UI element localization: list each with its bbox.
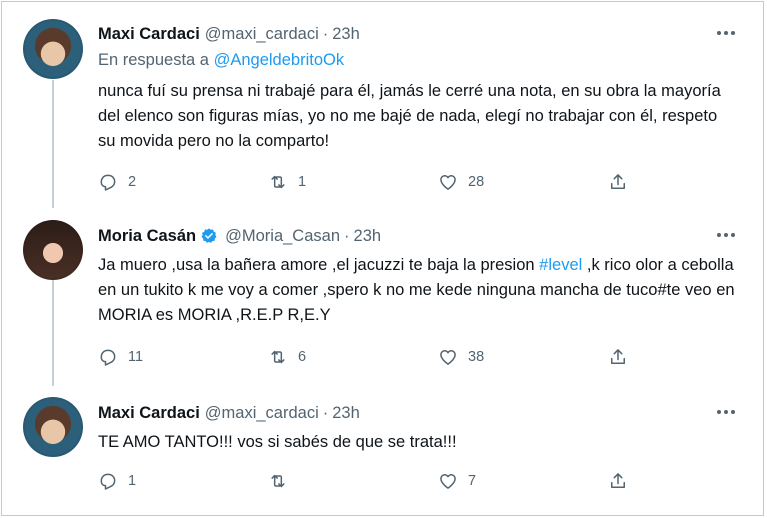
retweet-button[interactable]: 6 bbox=[268, 347, 438, 367]
heart-icon bbox=[440, 175, 456, 190]
username[interactable]: @Moria_Casan bbox=[225, 227, 340, 246]
retweet-button[interactable] bbox=[268, 471, 438, 491]
tweet-actions: 2 1 28 bbox=[98, 170, 658, 194]
timestamp[interactable]: 23h bbox=[332, 404, 360, 423]
reply-context: En respuesta a @AngeldebritoOk bbox=[98, 51, 739, 73]
separator-dot: · bbox=[322, 24, 329, 43]
tweet-header: Moria Casán @Moria_Casan · 23h bbox=[98, 224, 739, 248]
share-button[interactable] bbox=[608, 471, 638, 491]
share-icon bbox=[611, 473, 625, 488]
heart-icon bbox=[440, 350, 456, 365]
reply-button[interactable]: 1 bbox=[98, 471, 268, 491]
more-icon[interactable] bbox=[713, 22, 739, 44]
tweet-thread: Maxi Cardaci @maxi_cardaci · 23h En resp… bbox=[1, 1, 764, 516]
like-count: 7 bbox=[468, 473, 477, 489]
avatar[interactable] bbox=[23, 397, 83, 457]
like-button[interactable]: 7 bbox=[438, 471, 608, 491]
reply-button[interactable]: 11 bbox=[98, 347, 268, 367]
display-name[interactable]: Maxi Cardaci bbox=[98, 25, 200, 44]
avatar[interactable] bbox=[23, 220, 83, 280]
retweet-icon bbox=[271, 175, 285, 189]
retweet-icon bbox=[271, 474, 285, 488]
separator-dot: · bbox=[344, 226, 350, 245]
tweet-text-part: Ja muero ,usa la bañera amore ,el jacuzz… bbox=[98, 256, 540, 274]
avatar[interactable] bbox=[23, 19, 83, 79]
like-button[interactable]: 28 bbox=[438, 172, 608, 192]
heart-icon bbox=[440, 474, 456, 489]
tweet-actions: 1 7 bbox=[98, 469, 658, 493]
tweet-1[interactable]: Maxi Cardaci @maxi_cardaci · 23h En resp… bbox=[98, 22, 739, 154]
more-icon[interactable] bbox=[713, 401, 739, 423]
username[interactable]: @maxi_cardaci bbox=[205, 25, 319, 44]
thread-line bbox=[52, 80, 54, 208]
retweet-count: 6 bbox=[298, 349, 307, 365]
reply-icon bbox=[100, 473, 116, 490]
timestamp[interactable]: 23h bbox=[332, 25, 360, 44]
tweet-text: nunca fuí su prensa ni trabajé para él, … bbox=[98, 82, 721, 150]
tweet-header: Maxi Cardaci @maxi_cardaci · 23h bbox=[98, 22, 739, 46]
tweet-3[interactable]: Maxi Cardaci @maxi_cardaci · 23h TE AMO … bbox=[98, 401, 739, 455]
username[interactable]: @maxi_cardaci bbox=[205, 404, 319, 423]
tweet-text: TE AMO TANTO!!! vos si sabés de que se t… bbox=[98, 433, 457, 451]
reply-icon bbox=[100, 349, 116, 366]
like-count: 38 bbox=[468, 349, 485, 365]
separator-dot: · bbox=[322, 403, 329, 422]
retweet-icon bbox=[271, 350, 285, 364]
verified-badge-icon bbox=[201, 228, 217, 243]
share-icon bbox=[611, 174, 625, 189]
like-button[interactable]: 38 bbox=[438, 347, 608, 367]
tweet-header: Maxi Cardaci @maxi_cardaci · 23h bbox=[98, 401, 739, 425]
timestamp[interactable]: 23h bbox=[354, 227, 382, 246]
tweet-actions: 11 6 38 bbox=[98, 345, 658, 369]
share-button[interactable] bbox=[608, 347, 638, 367]
reply-count: 11 bbox=[128, 349, 144, 365]
hashtag-link[interactable]: #level bbox=[539, 256, 582, 274]
reply-count: 2 bbox=[128, 174, 137, 190]
reply-icon bbox=[100, 174, 116, 191]
reply-count: 1 bbox=[128, 473, 137, 489]
reply-button[interactable]: 2 bbox=[98, 172, 268, 192]
display-name[interactable]: Maxi Cardaci bbox=[98, 404, 200, 423]
share-button[interactable] bbox=[608, 172, 638, 192]
reply-prefix: En respuesta a bbox=[98, 51, 209, 69]
tweet-text: Ja muero ,usa la bañera amore ,el jacuzz… bbox=[98, 253, 739, 328]
reply-handle-link[interactable]: @AngeldebritoOk bbox=[214, 51, 345, 69]
retweet-button[interactable]: 1 bbox=[268, 172, 438, 192]
retweet-count: 1 bbox=[298, 174, 307, 190]
more-icon[interactable] bbox=[713, 224, 739, 246]
display-name[interactable]: Moria Casán bbox=[98, 227, 196, 246]
tweet-2[interactable]: Moria Casán @Moria_Casan · 23h Ja muero … bbox=[98, 224, 739, 328]
share-icon bbox=[611, 349, 625, 364]
thread-line bbox=[52, 280, 54, 386]
like-count: 28 bbox=[468, 174, 485, 190]
